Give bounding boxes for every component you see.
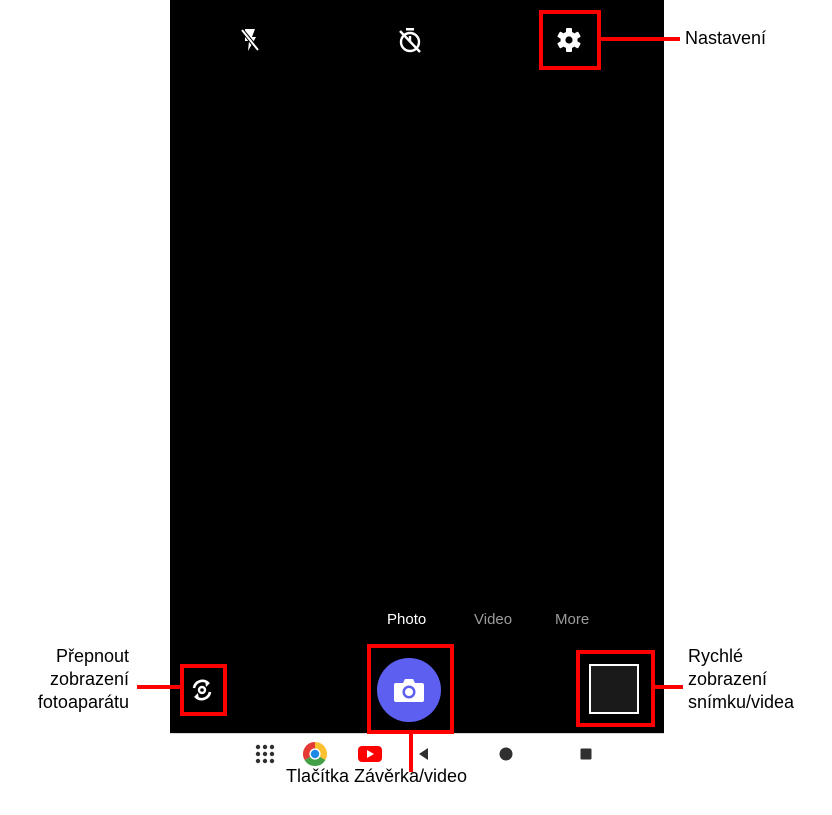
mode-photo[interactable]: Photo [387,611,426,628]
apps-grid-icon[interactable] [251,740,279,768]
switch-camera-highlight-box [180,664,227,716]
quick-view-highlight-box [576,650,655,727]
shutter-highlight-box [367,644,454,734]
home-icon[interactable] [492,740,520,768]
flash-off-icon[interactable] [232,22,268,58]
mode-more[interactable]: More [555,611,589,628]
back-icon[interactable] [410,740,438,768]
chrome-icon[interactable] [301,740,329,768]
switch-camera-callout-line [137,685,180,689]
recents-icon[interactable] [572,740,600,768]
mode-video[interactable]: Video [474,611,512,628]
youtube-icon[interactable] [356,740,384,768]
shutter-callout-label: Tlačítka Závěrka/video [286,766,468,786]
quick-view-callout-label: Rychlé zobrazení snímku/videa [688,646,795,712]
settings-highlight-box [539,10,601,70]
switch-camera-callout-label: Přepnout zobrazení fotoaparátu [37,646,129,712]
settings-callout-label: Nastavení [685,28,767,48]
timer-off-icon[interactable] [392,22,428,58]
settings-callout-line [601,37,680,41]
quick-view-callout-line [655,685,683,689]
